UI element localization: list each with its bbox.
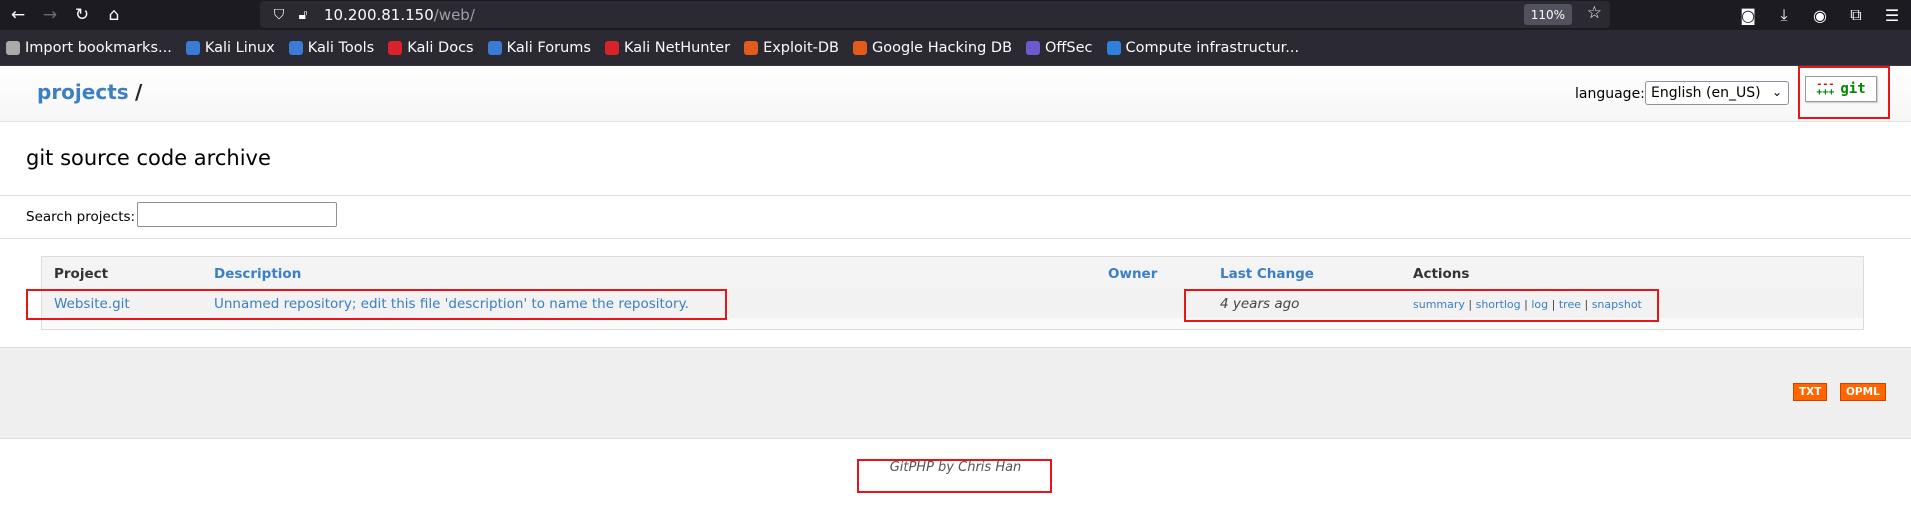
column-header-project: Project	[54, 266, 109, 282]
annotation-box	[26, 289, 727, 320]
bookmark-item[interactable]: Import bookmarks...	[6, 40, 172, 56]
bookmark-item[interactable]: Kali Tools	[288, 39, 375, 56]
bookmark-star-icon[interactable]: ☆	[1587, 3, 1602, 23]
home-icon[interactable]: ⌂	[100, 1, 128, 29]
table-header: Project Description Owner Last Change Ac…	[42, 257, 1863, 288]
column-header-last-change[interactable]: Last Change	[1220, 266, 1314, 282]
bookmark-item[interactable]: Kali Forums	[487, 39, 591, 56]
bookmark-item[interactable]: Compute infrastructur...	[1106, 39, 1300, 56]
url-text[interactable]: 10.200.81.150/web/	[324, 6, 475, 24]
footer-bar: TXT OPML	[0, 347, 1911, 439]
bookmark-item[interactable]: Kali NetHunter	[604, 39, 731, 56]
page-header: projects / language: English (en_US) ⌄ -…	[0, 66, 1911, 122]
bookmark-favicon-icon	[852, 40, 867, 55]
language-selected-value: English (en_US)	[1651, 85, 1761, 101]
search-label: Search projects:	[26, 209, 136, 225]
bookmark-favicon-icon	[487, 40, 502, 55]
opml-feed-button[interactable]: OPML	[1840, 383, 1886, 401]
forward-icon[interactable]: →	[36, 1, 64, 29]
bookmark-label: Kali Forums	[506, 39, 591, 56]
bookmarks-bar: Import bookmarks... Kali Linux Kali Tools K…	[0, 30, 1911, 66]
bookmark-favicon-icon	[6, 40, 20, 55]
column-header-actions: Actions	[1413, 266, 1470, 282]
bookmark-item[interactable]: Exploit-DB	[744, 40, 839, 56]
breadcrumb-separator: /	[135, 80, 143, 104]
annotation-box	[1798, 66, 1890, 119]
bookmark-favicon-icon	[604, 40, 619, 55]
back-icon[interactable]: ←	[4, 1, 32, 29]
txt-feed-button[interactable]: TXT	[1793, 383, 1828, 401]
insecure-lock-icon[interactable]: 🔓︎	[292, 4, 314, 26]
reload-icon[interactable]: ↻	[68, 1, 96, 29]
annotation-box	[1184, 289, 1659, 322]
projects-link[interactable]: projects	[37, 80, 129, 104]
bookmark-label: Exploit-DB	[763, 39, 839, 56]
shield-icon[interactable]: ⛉	[268, 4, 290, 26]
language-select[interactable]: English (en_US) ⌄	[1645, 81, 1789, 105]
divider	[0, 238, 1911, 239]
bookmark-favicon-icon	[288, 40, 303, 55]
bookmark-label: OffSec	[1045, 39, 1093, 56]
bookmark-favicon-icon	[744, 40, 759, 55]
extensions-icon[interactable]: ⧉	[1843, 2, 1869, 28]
bookmark-label: Google Hacking DB	[871, 39, 1013, 56]
page-title: git source code archive	[26, 146, 271, 170]
divider	[0, 195, 1911, 196]
column-header-owner[interactable]: Owner	[1108, 266, 1157, 282]
language-label: language:	[1575, 86, 1645, 102]
menu-icon[interactable]: ☰	[1879, 2, 1905, 28]
downloads-icon[interactable]: ⤓	[1771, 2, 1797, 28]
bookmark-label: Kali NetHunter	[623, 39, 731, 56]
bookmark-item[interactable]: Kali Docs	[388, 39, 474, 56]
bookmark-item[interactable]: Kali Linux	[185, 39, 275, 56]
bookmark-favicon-icon	[1106, 40, 1121, 55]
bookmark-item[interactable]: Google Hacking DB	[852, 39, 1013, 56]
bookmark-label: Kali Docs	[407, 39, 474, 56]
chevron-down-icon: ⌄	[1771, 85, 1782, 99]
bookmark-label: Kali Tools	[307, 39, 375, 56]
bookmark-label: Compute infrastructur...	[1125, 39, 1300, 56]
gitphp-page: projects / language: English (en_US) ⌄ -…	[0, 66, 1911, 507]
column-header-description[interactable]: Description	[214, 266, 301, 282]
bookmark-label: Import bookmarks...	[25, 39, 172, 56]
bookmark-label: Kali Linux	[204, 39, 275, 56]
search-projects-input[interactable]	[137, 202, 337, 227]
bookmark-favicon-icon	[1026, 40, 1041, 55]
account-icon[interactable]: ◉	[1807, 2, 1833, 28]
bookmark-item[interactable]: OffSec	[1026, 40, 1093, 56]
url-bar[interactable]: ⛉ 🔓︎ 10.200.81.150/web/ 110% ☆	[260, 1, 1610, 28]
browser-toolbar: ← → ↻ ⌂ ⛉ 🔓︎ 10.200.81.150/web/ 110% ☆ ◙…	[0, 0, 1911, 30]
bookmark-favicon-icon	[388, 40, 403, 55]
zoom-level-badge[interactable]: 110%	[1523, 4, 1572, 25]
annotation-box	[857, 459, 1052, 493]
bookmark-favicon-icon	[185, 40, 200, 55]
pocket-icon[interactable]: ◙	[1735, 2, 1761, 28]
